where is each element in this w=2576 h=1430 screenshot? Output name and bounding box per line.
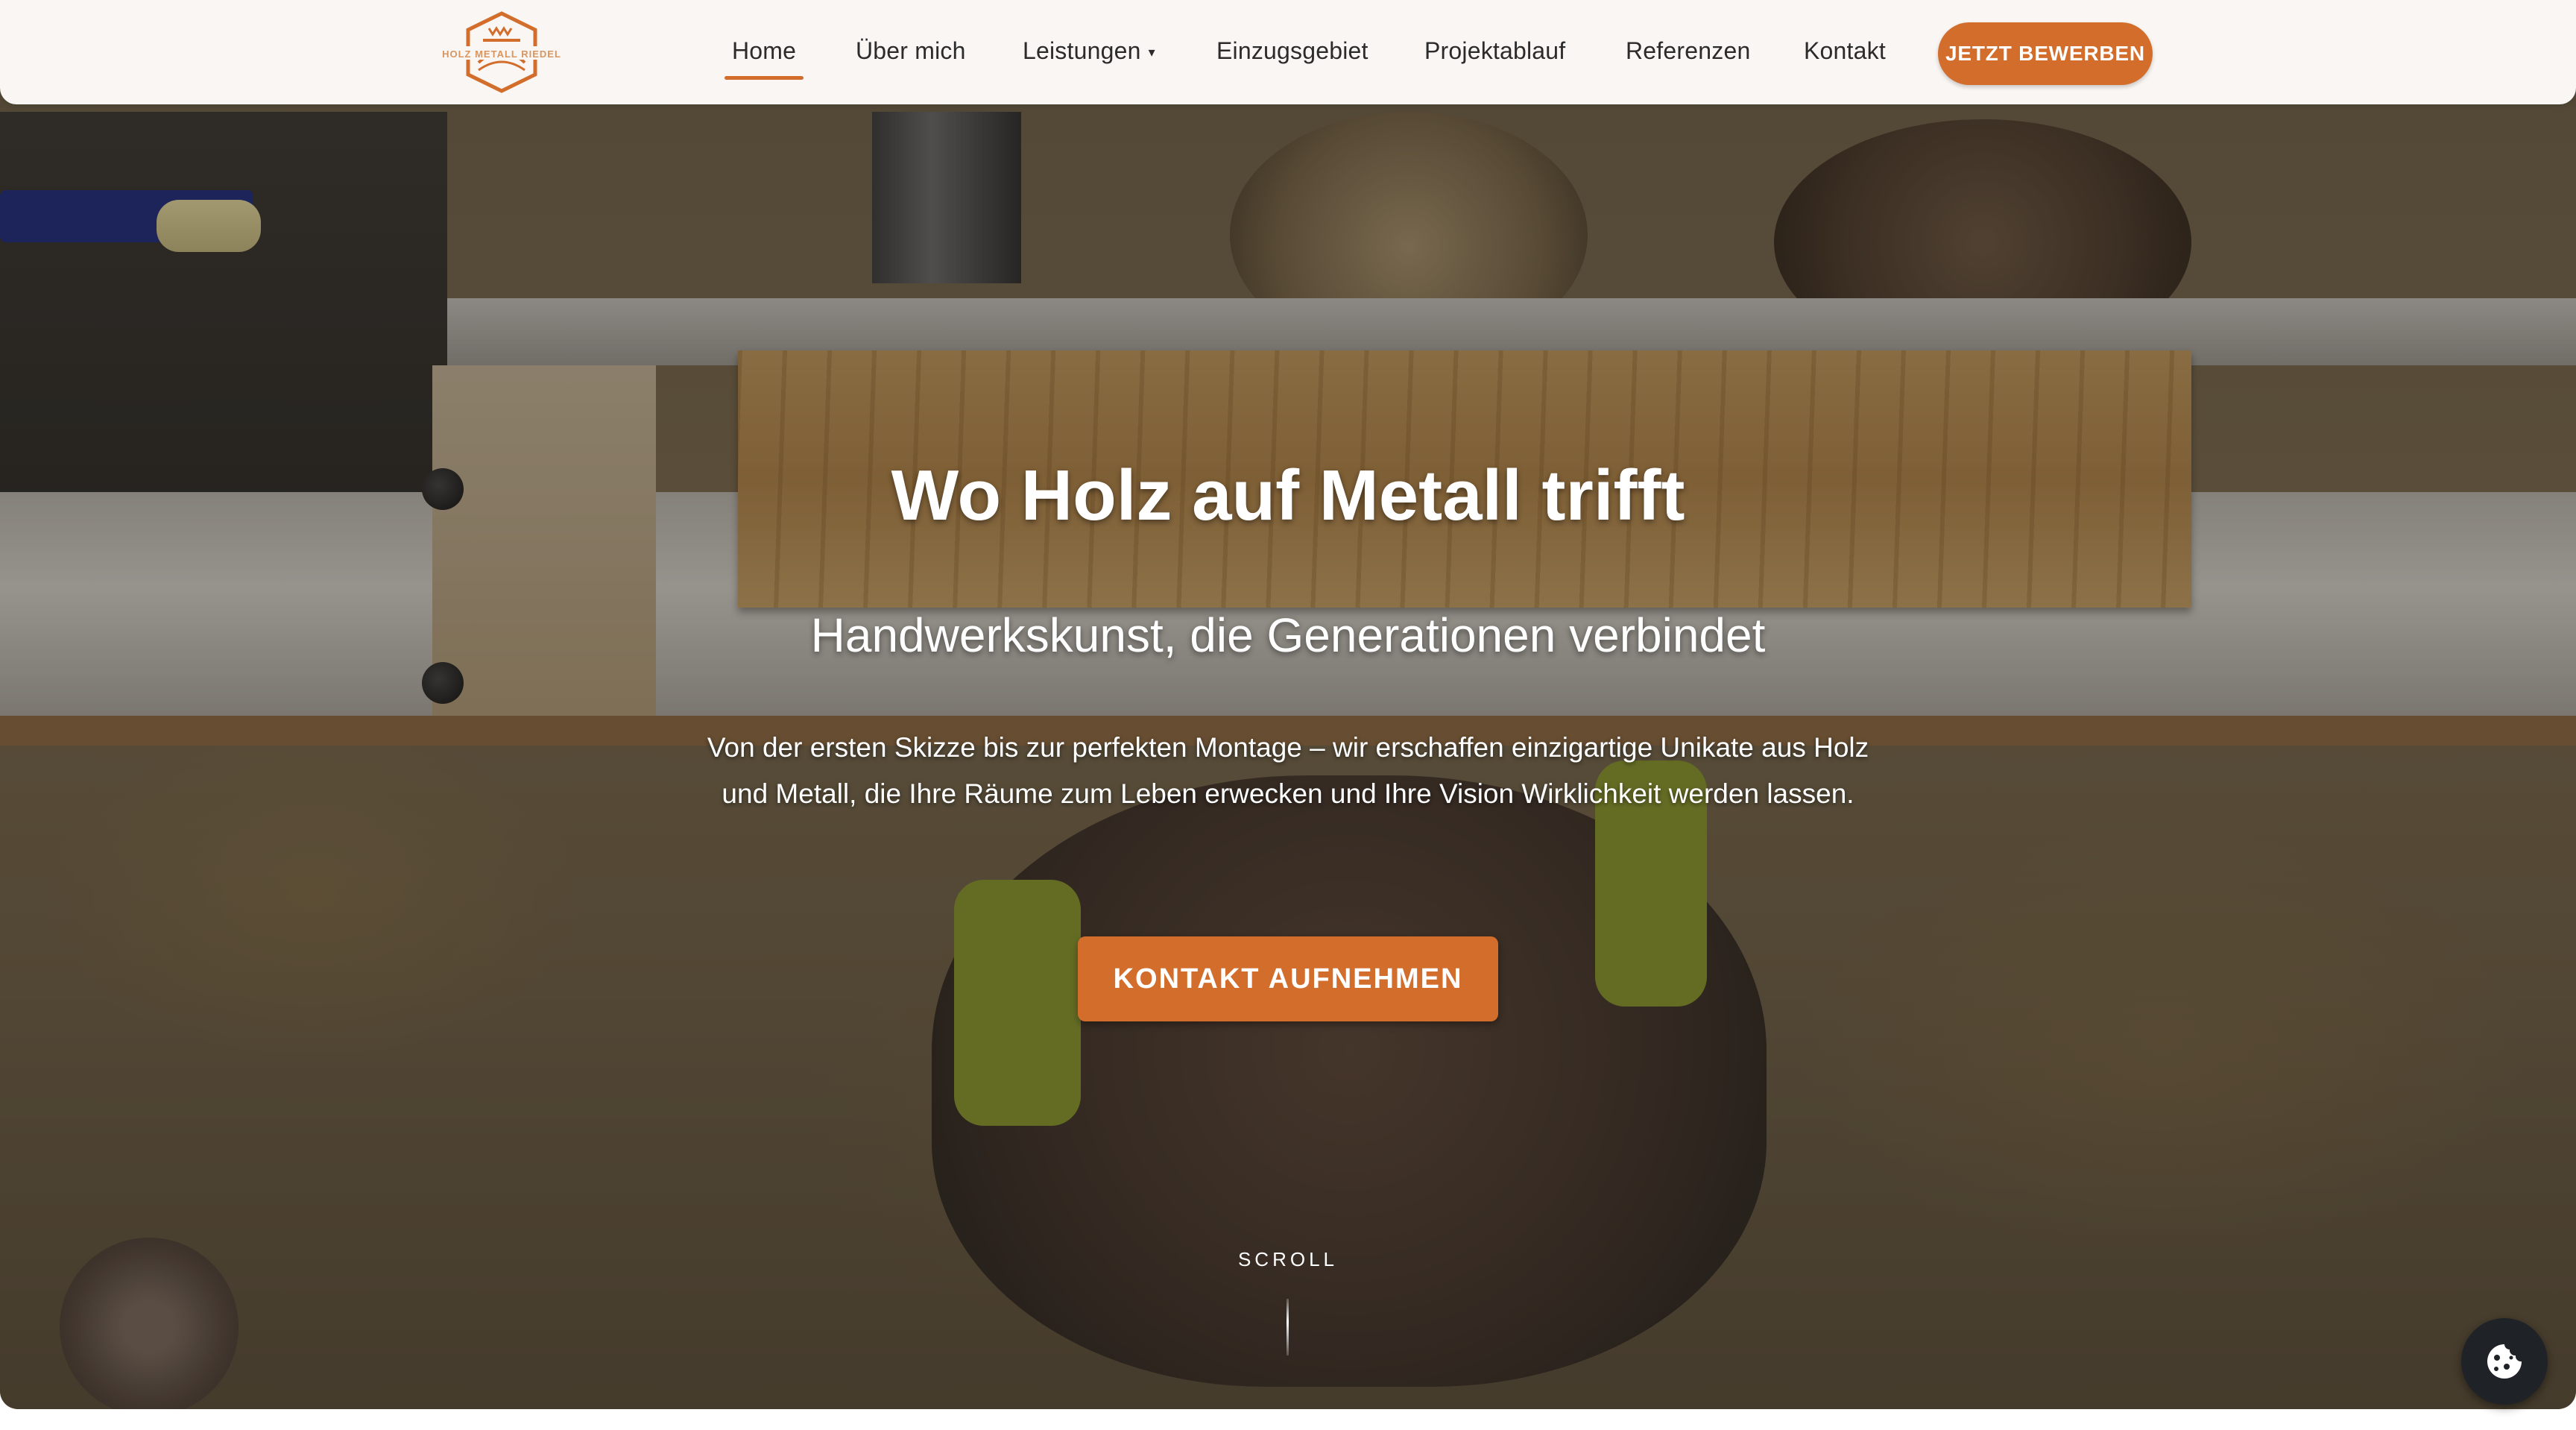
nav-item-leistungen[interactable]: Leistungen ▾	[1023, 37, 1155, 65]
hero-overlay	[0, 0, 2576, 1409]
hero-subtitle: Handwerkskunst, die Generationen verbind…	[810, 608, 1766, 662]
nav-item-ueber-mich[interactable]: Über mich	[856, 37, 966, 65]
navbar: HOLZ METALL RIEDEL Home Über mich Leistu…	[0, 0, 2576, 104]
nav-item-projektablauf[interactable]: Projektablauf	[1424, 37, 1565, 65]
cookie-icon	[2487, 1344, 2522, 1379]
page: HOLZ METALL RIEDEL Home Über mich Leistu…	[0, 0, 2576, 1430]
scroll-indicator-line	[1287, 1299, 1289, 1355]
nav-active-indicator	[724, 76, 804, 80]
caret-down-icon: ▾	[1148, 45, 1155, 60]
scroll-indicator-label[interactable]: SCROLL	[0, 1248, 2576, 1271]
nav-item-referenzen[interactable]: Referenzen	[1626, 37, 1750, 65]
apply-now-button[interactable]: JETZT BEWERBEN	[1938, 22, 2153, 85]
brand-logo[interactable]: HOLZ METALL RIEDEL	[431, 10, 572, 94]
nav-item-leistungen-label: Leistungen	[1023, 37, 1141, 64]
nav-item-home[interactable]: Home	[732, 37, 796, 65]
hero-title: Wo Holz auf Metall trifft	[891, 456, 1685, 535]
cookie-settings-button[interactable]	[2461, 1318, 2548, 1405]
hero-background	[0, 0, 2576, 1409]
logo-text: HOLZ METALL RIEDEL	[442, 48, 561, 60]
page-bottom-strip	[0, 1409, 2576, 1430]
nav-item-kontakt[interactable]: Kontakt	[1804, 37, 1886, 65]
hero-description: Von der ersten Skizze bis zur perfekten …	[707, 732, 1869, 809]
contact-button[interactable]: KONTAKT AUFNEHMEN	[1078, 936, 1498, 1021]
nav-item-einzugsgebiet[interactable]: Einzugsgebiet	[1216, 37, 1368, 65]
